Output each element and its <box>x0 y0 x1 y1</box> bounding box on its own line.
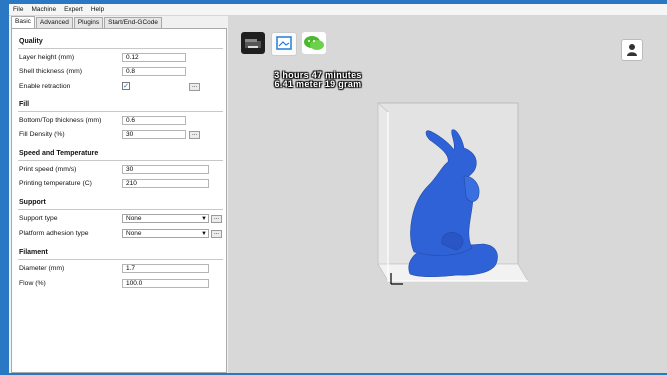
print-estimate: 3 hours 47 minutes 6.41 meter 19 gram <box>263 71 373 89</box>
menu-file[interactable]: File <box>9 6 27 13</box>
diameter-input[interactable] <box>122 264 209 273</box>
load-model-button[interactable] <box>241 32 265 54</box>
retraction-settings-button[interactable]: ... <box>189 83 200 91</box>
save-toolpath-button[interactable] <box>271 32 297 56</box>
fill-settings-button[interactable]: ... <box>189 131 200 139</box>
support-type-select[interactable]: None ▼ <box>122 214 209 223</box>
print-speed-input[interactable] <box>122 165 209 174</box>
section-speed-title: Speed and Temperature <box>19 150 99 157</box>
support-type-value: None <box>126 215 142 222</box>
shell-thickness-input[interactable] <box>122 67 186 76</box>
settings-tabs: Basic Advanced Plugins Start/End-GCode <box>11 16 163 28</box>
platform-adhesion-select[interactable]: None ▼ <box>122 229 209 238</box>
section-fill-title: Fill <box>19 101 30 108</box>
menu-machine[interactable]: Machine <box>27 6 60 13</box>
build-volume-left <box>377 102 389 283</box>
bottom-top-thickness-input[interactable] <box>122 116 186 125</box>
printing-temperature-label: Printing temperature (C) <box>19 180 92 187</box>
section-support-title: Support <box>19 199 46 206</box>
divider <box>18 48 223 49</box>
share-button[interactable] <box>302 32 326 54</box>
flow-label: Flow (%) <box>19 280 46 287</box>
support-type-label: Support type <box>19 215 58 222</box>
fill-density-input[interactable] <box>122 130 186 139</box>
layer-height-label: Layer height (mm) <box>19 54 75 61</box>
printing-temperature-input[interactable] <box>122 179 209 188</box>
enable-retraction-checkbox[interactable]: ✓ <box>122 82 130 90</box>
bottom-top-thickness-label: Bottom/Top thickness (mm) <box>19 117 102 124</box>
tab-plugins[interactable]: Plugins <box>73 17 104 28</box>
tab-start-end-gcode[interactable]: Start/End-GCode <box>104 17 163 28</box>
menu-expert[interactable]: Expert <box>60 6 87 13</box>
adhesion-settings-button[interactable]: ... <box>211 230 222 238</box>
divider <box>18 209 223 210</box>
wechat-icon <box>304 36 324 50</box>
print-speed-label: Print speed (mm/s) <box>19 166 77 173</box>
divider <box>18 111 223 112</box>
settings-panel: Quality Layer height (mm) Shell thicknes… <box>11 28 227 373</box>
layer-height-input[interactable] <box>122 53 186 62</box>
menu-help[interactable]: Help <box>87 6 108 13</box>
view-mode-button[interactable] <box>621 39 643 61</box>
view-mode-icon <box>627 44 637 56</box>
enable-retraction-label: Enable retraction <box>19 83 71 90</box>
diameter-label: Diameter (mm) <box>19 265 65 272</box>
platform-adhesion-value: None <box>126 230 142 237</box>
cura-window: File Machine Expert Help Basic Advanced … <box>9 4 667 373</box>
section-quality-title: Quality <box>19 38 43 45</box>
print-material-text: 6.41 meter 19 gram <box>274 79 362 89</box>
tab-basic[interactable]: Basic <box>11 16 35 28</box>
support-settings-button[interactable]: ... <box>211 215 222 223</box>
section-filament-title: Filament <box>19 249 48 256</box>
tab-advanced[interactable]: Advanced <box>35 17 73 28</box>
divider <box>18 259 223 260</box>
save-toolpath-icon <box>276 36 292 50</box>
divider <box>18 160 223 161</box>
menu-bar: File Machine Expert Help <box>9 4 667 16</box>
flow-input[interactable] <box>122 279 209 288</box>
dropdown-arrow-icon: ▼ <box>201 231 207 237</box>
dropdown-arrow-icon: ▼ <box>201 216 207 222</box>
load-model-icon <box>245 39 261 48</box>
fill-density-label: Fill Density (%) <box>19 131 65 138</box>
shell-thickness-label: Shell thickness (mm) <box>19 68 83 75</box>
platform-adhesion-label: Platform adhesion type <box>19 230 89 237</box>
